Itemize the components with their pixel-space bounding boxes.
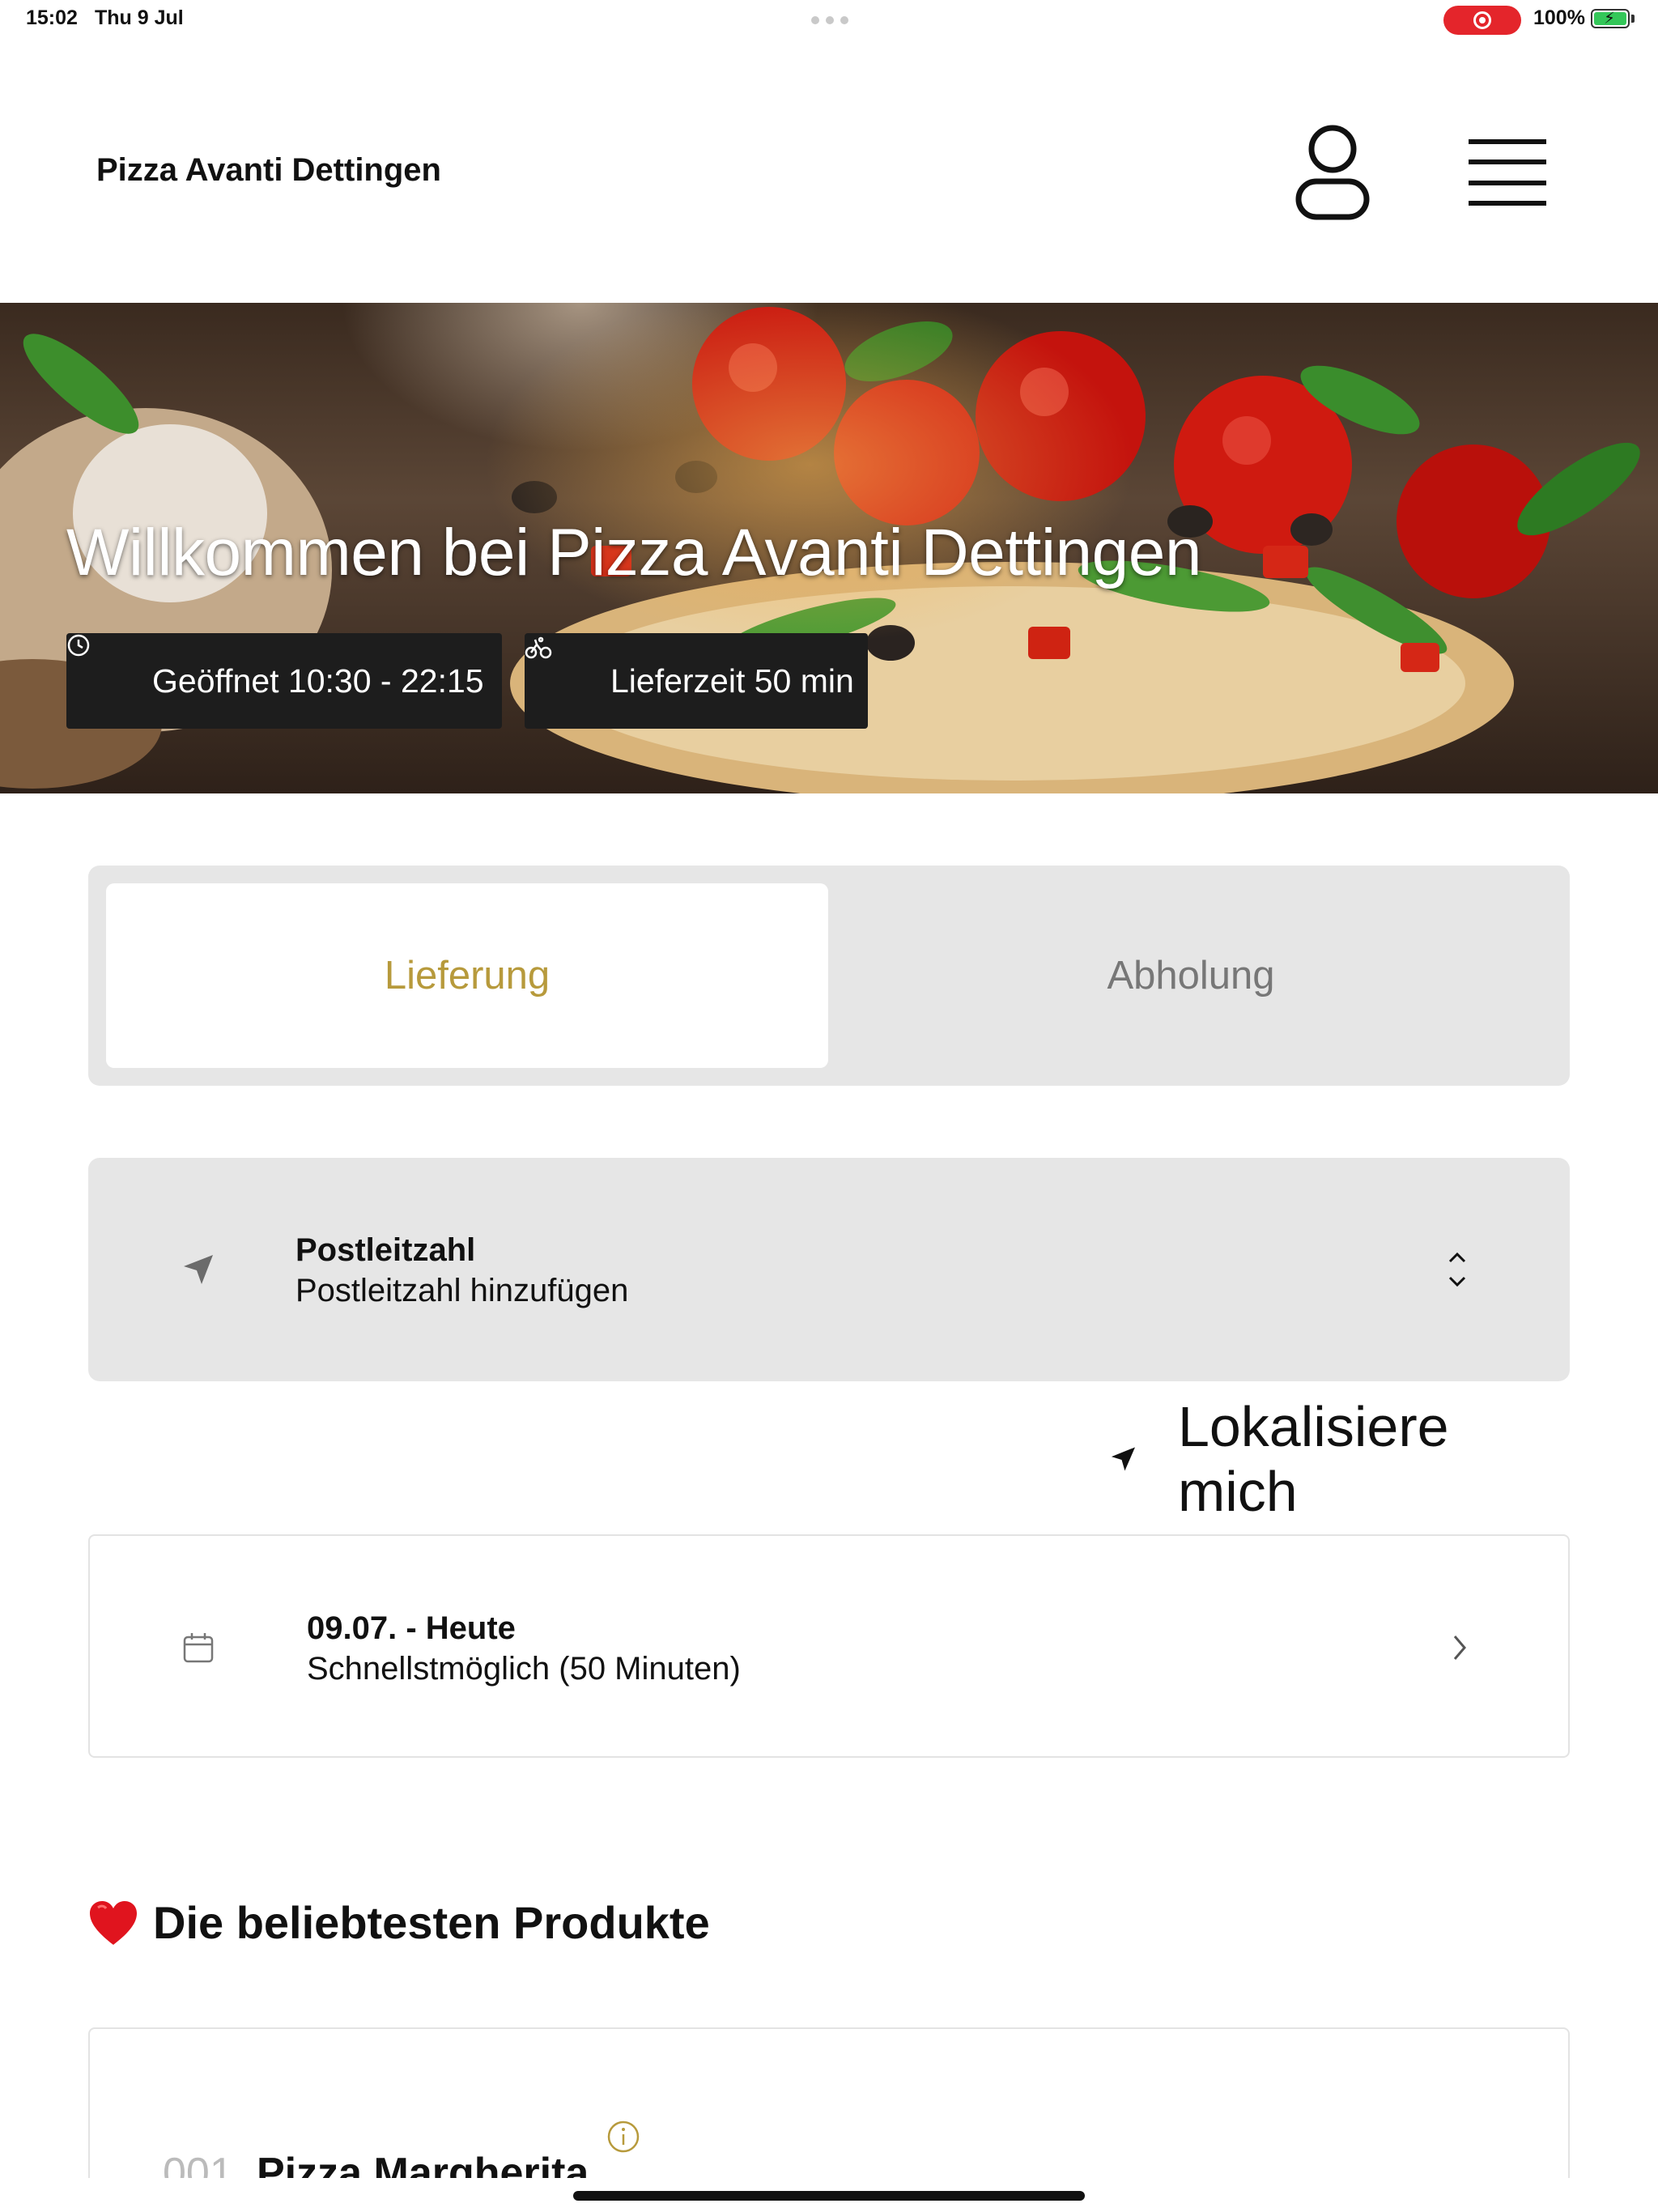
tab-delivery[interactable]: Lieferung [106, 883, 828, 1068]
schedule-time: Schnellstmöglich (50 Minuten) [307, 1651, 741, 1687]
chevron-right-icon [1453, 1636, 1466, 1660]
delivery-time-chip: Lieferzeit 50 min [525, 633, 868, 729]
site-title[interactable]: Pizza Avanti Dettingen [96, 152, 441, 189]
hero-banner: Willkommen bei Pizza Avanti Dettingen Ge… [0, 303, 1658, 793]
info-icon[interactable] [606, 2120, 640, 2154]
screen-recording-icon[interactable] [1443, 6, 1521, 35]
schedule-date: 09.07. - Heute [307, 1610, 516, 1646]
popular-products-heading: Die beliebtesten Produkte [88, 1896, 710, 1949]
status-bar: 15:02 Thu 9 Jul 100% ⚡ [0, 0, 1658, 39]
opening-hours-chip: Geöffnet 10:30 - 22:15 [66, 633, 502, 729]
battery-tip [1631, 15, 1635, 23]
hamburger-menu-icon [1469, 139, 1546, 206]
calendar-icon [183, 1633, 214, 1663]
order-type-toggle: Lieferung Abholung [88, 866, 1570, 1086]
locate-me-button[interactable]: Lokalisiere mich [1109, 1395, 1572, 1523]
popular-products-title: Die beliebtesten Produkte [153, 1897, 710, 1948]
multitasking-dots-icon[interactable] [811, 16, 848, 24]
location-arrow-icon [1111, 1447, 1136, 1471]
battery-percentage: 100% [1533, 6, 1585, 29]
user-icon [1295, 125, 1370, 220]
chevron-up-down-icon [1448, 1252, 1466, 1287]
account-button[interactable] [1292, 123, 1373, 222]
menu-button[interactable] [1465, 136, 1550, 209]
opening-hours-text: Geöffnet 10:30 - 22:15 [152, 661, 484, 700]
postcode-selector[interactable]: Postleitzahl Postleitzahl hinzufügen [88, 1158, 1570, 1381]
battery-icon: ⚡ [1591, 9, 1630, 28]
status-date: Thu 9 Jul [95, 6, 184, 29]
delivery-time-text: Lieferzeit 50 min [610, 661, 854, 700]
clock-icon [67, 634, 128, 696]
delivery-schedule-card[interactable]: 09.07. - Heute Schnellstmöglich (50 Minu… [88, 1534, 1570, 1758]
status-time: 15:02 [26, 6, 78, 29]
locate-me-label: Lokalisiere mich [1177, 1395, 1449, 1523]
tab-pickup[interactable]: Abholung [830, 883, 1552, 1068]
location-arrow-icon [184, 1255, 213, 1284]
bicycle-icon [525, 636, 586, 696]
postcode-label: Postleitzahl [295, 1232, 476, 1268]
hero-title: Willkommen bei Pizza Avanti Dettingen [66, 516, 1201, 589]
heart-icon [90, 1900, 137, 1945]
postcode-input[interactable]: Postleitzahl hinzufügen [295, 1273, 628, 1309]
home-indicator[interactable] [573, 2191, 1085, 2201]
